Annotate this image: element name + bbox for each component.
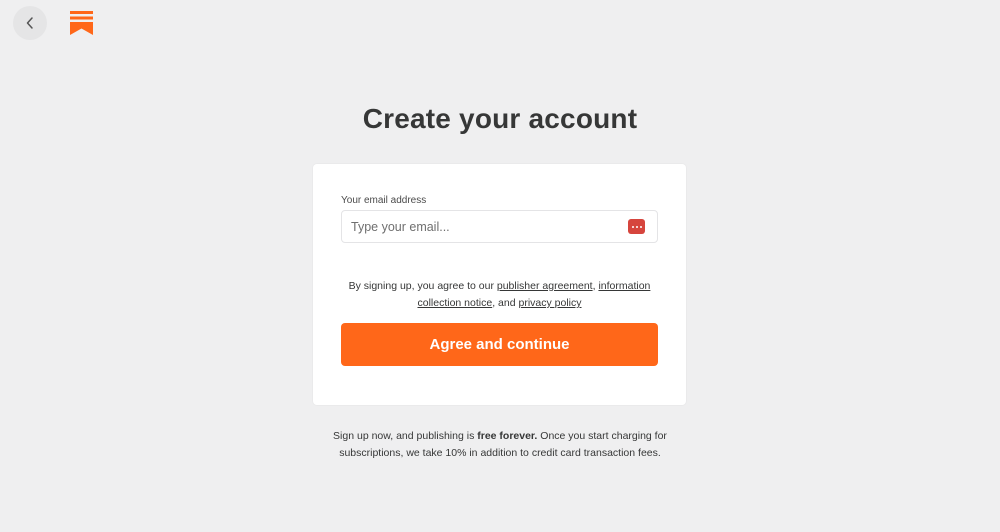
pricing-note-line2: subscriptions, we take 10% in addition t… (339, 447, 661, 459)
privacy-policy-link[interactable]: privacy policy (518, 297, 581, 309)
pricing-note-prefix: Sign up now, and publishing is (333, 430, 478, 442)
substack-logo-icon[interactable] (70, 11, 93, 35)
password-manager-icon[interactable] (628, 219, 645, 234)
agree-and-continue-button[interactable]: Agree and continue (341, 323, 658, 366)
email-input[interactable] (342, 211, 621, 242)
email-field-wrapper[interactable] (341, 210, 658, 243)
terms-prefix: By signing up, you agree to our (348, 280, 497, 292)
chevron-left-icon (26, 17, 33, 29)
pricing-note-emphasis: free forever. (477, 430, 538, 442)
back-button[interactable] (13, 6, 47, 40)
terms-text: By signing up, you agree to our publishe… (333, 278, 666, 312)
pricing-note-suffix: Once you start charging for (537, 430, 667, 442)
terms-separator: , and (492, 297, 519, 309)
publisher-agreement-link[interactable]: publisher agreement (497, 280, 593, 292)
pricing-note: Sign up now, and publishing is free fore… (0, 428, 1000, 462)
signup-card: Your email address By signing up, you ag… (313, 164, 686, 405)
email-label: Your email address (341, 195, 427, 206)
page-title: Create your account (362, 103, 638, 134)
